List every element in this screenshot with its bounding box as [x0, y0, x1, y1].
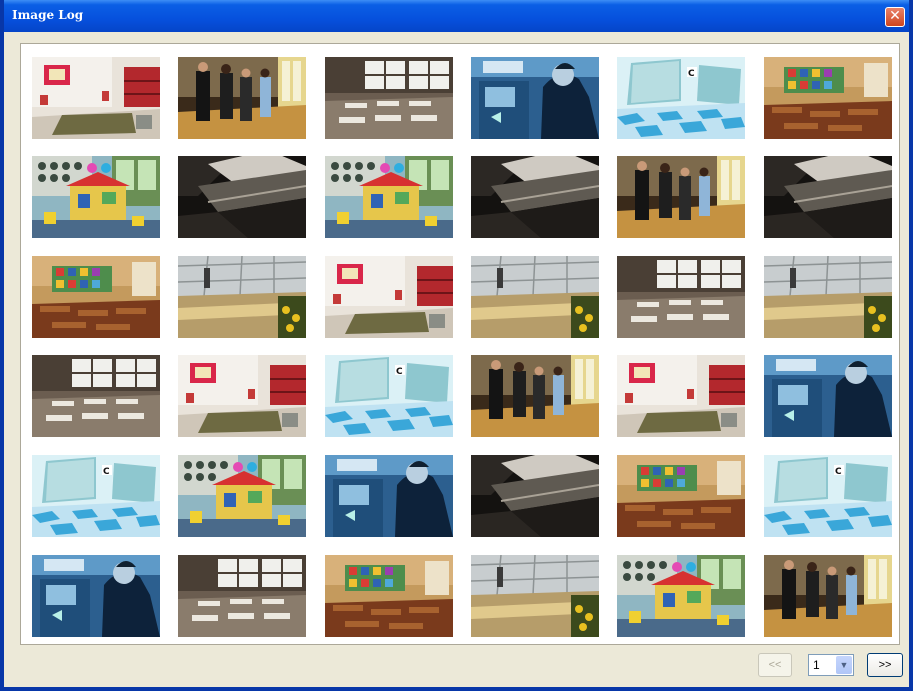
- thumbnail-image: [617, 156, 745, 238]
- thumbnail-dark-escalator[interactable]: [471, 455, 599, 537]
- thumbnail-colorful-classroom[interactable]: [325, 555, 453, 637]
- thumbnail-classroom-red[interactable]: [617, 355, 745, 437]
- thumbnail-image: [764, 555, 892, 637]
- window-title: Image Log: [12, 8, 84, 22]
- thumbnail-image: [617, 555, 745, 637]
- thumbnail-dark-escalator[interactable]: [471, 156, 599, 238]
- thumbnail-image: [178, 355, 306, 437]
- previous-page-button[interactable]: <<: [758, 653, 792, 677]
- thumbnail-image: [178, 256, 306, 338]
- thumbnail-image: [32, 555, 160, 637]
- thumbnail-businesspeople[interactable]: [471, 355, 599, 437]
- thumbnail-image: [32, 156, 160, 238]
- image-log-window: Image Log ✕ C C C C << 1 ▼ >>: [0, 0, 913, 691]
- thumbnail-image: C: [32, 455, 160, 537]
- thumbnail-classroom-red[interactable]: [178, 355, 306, 437]
- thumbnail-glass-lobby[interactable]: [471, 256, 599, 338]
- thumbnail-glass-lobby[interactable]: [764, 256, 892, 338]
- thumbnail-elevator[interactable]: C: [32, 455, 160, 537]
- svg-text:C: C: [396, 367, 403, 377]
- thumbnail-image: [178, 455, 306, 537]
- thumbnail-image: [32, 355, 160, 437]
- thumbnail-businesspeople[interactable]: [178, 57, 306, 139]
- thumbnail-image: [617, 355, 745, 437]
- thumbnail-kindergarten-playhouse[interactable]: [325, 156, 453, 238]
- thumbnail-image: [178, 57, 306, 139]
- thumbnail-colorful-classroom[interactable]: [617, 455, 745, 537]
- thumbnail-empty-classroom[interactable]: [617, 256, 745, 338]
- thumbnail-colorful-classroom[interactable]: [32, 256, 160, 338]
- thumbnail-classroom-red[interactable]: [32, 57, 160, 139]
- thumbnail-empty-classroom[interactable]: [178, 555, 306, 637]
- thumbnail-image: [471, 555, 599, 637]
- thumbnail-dark-escalator[interactable]: [178, 156, 306, 238]
- thumbnail-kindergarten-playhouse[interactable]: [617, 555, 745, 637]
- page-select-value: 1: [813, 658, 820, 672]
- thumbnail-image: [471, 57, 599, 139]
- thumbnail-kindergarten-playhouse[interactable]: [178, 455, 306, 537]
- thumbnail-gallery: C C C C: [20, 43, 900, 645]
- thumbnail-image: [325, 57, 453, 139]
- thumbnail-image: [178, 156, 306, 238]
- thumbnail-businesspeople[interactable]: [764, 555, 892, 637]
- chevron-down-icon[interactable]: ▼: [836, 656, 852, 674]
- svg-text:C: C: [835, 467, 842, 477]
- thumbnail-image: C: [325, 355, 453, 437]
- thumbnail-image: [764, 256, 892, 338]
- thumbnail-empty-classroom[interactable]: [32, 355, 160, 437]
- close-icon: ✕: [889, 8, 901, 24]
- dialog-client-area: C C C C << 1 ▼ >>: [4, 32, 909, 687]
- thumbnail-classroom-red[interactable]: [325, 256, 453, 338]
- thumbnail-atm-service[interactable]: [325, 455, 453, 537]
- thumbnail-colorful-classroom[interactable]: [764, 57, 892, 139]
- thumbnail-image: [178, 555, 306, 637]
- title-bar[interactable]: Image Log ✕: [4, 0, 909, 32]
- thumbnail-image: [471, 156, 599, 238]
- thumbnail-atm-service[interactable]: [764, 355, 892, 437]
- thumbnail-image: [764, 156, 892, 238]
- thumbnail-image: [471, 355, 599, 437]
- thumbnail-image: [617, 256, 745, 338]
- thumbnail-image: [325, 156, 453, 238]
- thumbnail-glass-lobby[interactable]: [178, 256, 306, 338]
- thumbnail-empty-classroom[interactable]: [325, 57, 453, 139]
- thumbnail-image: [325, 555, 453, 637]
- thumbnail-elevator[interactable]: C: [325, 355, 453, 437]
- thumbnail-elevator[interactable]: C: [617, 57, 745, 139]
- thumbnail-image: C: [617, 57, 745, 139]
- thumbnail-image: C: [764, 455, 892, 537]
- thumbnail-image: [617, 455, 745, 537]
- thumbnail-atm-service[interactable]: [32, 555, 160, 637]
- thumbnail-elevator[interactable]: C: [764, 455, 892, 537]
- thumbnail-image: [471, 455, 599, 537]
- thumbnail-image: [325, 256, 453, 338]
- thumbnail-image: [471, 256, 599, 338]
- thumbnail-image: [764, 355, 892, 437]
- thumbnail-image: [764, 57, 892, 139]
- thumbnail-businesspeople[interactable]: [617, 156, 745, 238]
- next-page-button[interactable]: >>: [867, 653, 903, 677]
- thumbnail-image: [32, 57, 160, 139]
- thumbnail-glass-lobby[interactable]: [471, 555, 599, 637]
- close-button[interactable]: ✕: [885, 7, 905, 27]
- thumbnail-dark-escalator[interactable]: [764, 156, 892, 238]
- thumbnail-image: [32, 256, 160, 338]
- svg-text:C: C: [103, 467, 110, 477]
- page-select[interactable]: 1 ▼: [808, 654, 854, 676]
- thumbnail-atm-service[interactable]: [471, 57, 599, 139]
- svg-text:C: C: [688, 69, 695, 79]
- thumbnail-kindergarten-playhouse[interactable]: [32, 156, 160, 238]
- thumbnail-image: [325, 455, 453, 537]
